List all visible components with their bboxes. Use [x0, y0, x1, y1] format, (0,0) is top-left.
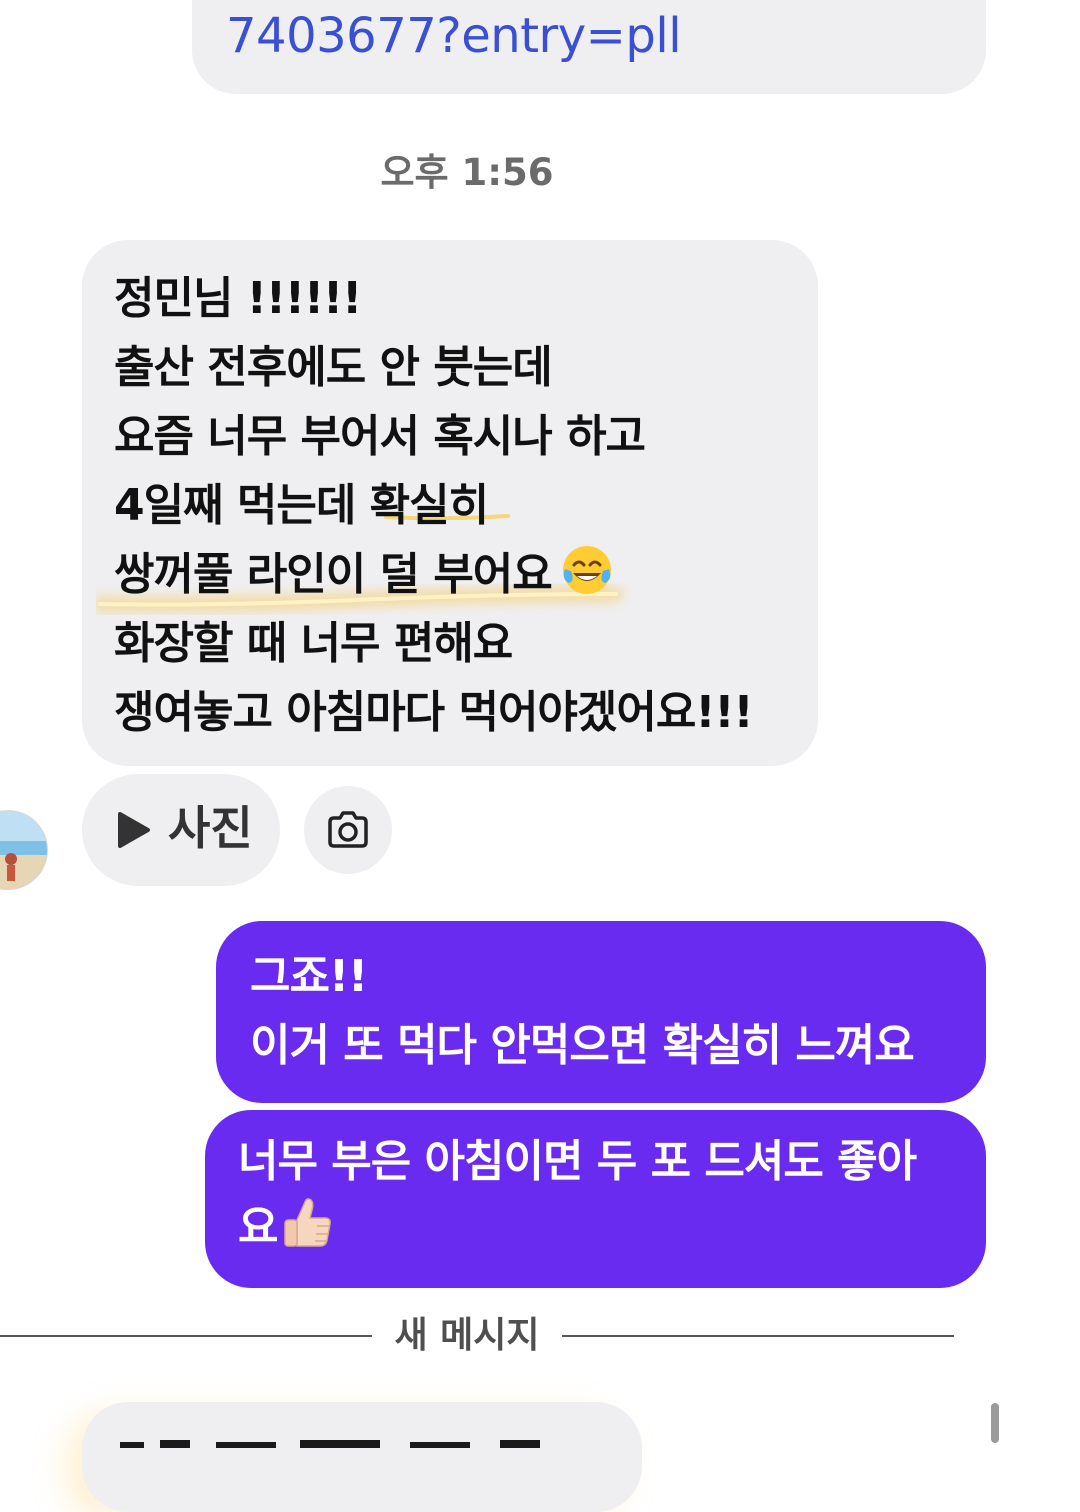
scrollbar-thumb[interactable] [991, 1403, 999, 1443]
camera-icon [328, 811, 368, 848]
cut-off-message-text [120, 1440, 540, 1448]
photo-attachment-label: 사진 [168, 801, 253, 855]
message-line: 이거 또 먹다 안먹으면 확실히 느껴요 [250, 1020, 915, 1071]
divider-line [562, 1335, 954, 1337]
message-line: 화장할 때 너무 편해요 [114, 618, 513, 669]
outgoing-message-text: 그죠!! 이거 또 먹다 안먹으면 확실히 느껴요 [250, 942, 980, 1080]
message-line: 4일째 먹는데 확실히 [114, 480, 489, 531]
message-timestamp: 오후 1:56 [380, 151, 554, 194]
sender-avatar[interactable] [0, 810, 48, 890]
outgoing-message-text: 너무 부은 아침이면 두 포 드셔도 좋아 요 [238, 1130, 968, 1258]
laughing-tears-emoji-icon [562, 546, 611, 594]
message-line-with-emoji: 쌍꺼풀 라인이 덜 부어요 [114, 540, 814, 609]
divider-line [0, 1335, 372, 1337]
message-line-with-emoji: 요 [238, 1194, 968, 1258]
incoming-message-text: 정민님 !!!!!! 출산 전후에도 안 붓는데 요즘 너무 부어서 혹시나 하… [114, 264, 814, 747]
message-line: 출산 전후에도 안 붓는데 [114, 342, 553, 393]
message-line: 너무 부은 아침이면 두 포 드셔도 좋아 [238, 1136, 917, 1187]
message-line: 그죠!! [250, 951, 368, 1002]
message-line: 정민님 !!!!!! [114, 273, 362, 324]
message-line: 요즘 너무 부어서 혹시나 하고 [114, 411, 646, 462]
new-messages-divider-label: 새 메시지 [394, 1315, 540, 1356]
beach-photo-thumbnail-icon [0, 811, 47, 889]
play-icon [118, 812, 150, 848]
thumbs-up-emoji-icon [284, 1198, 332, 1247]
message-line: 쌍꺼풀 라인이 덜 부어요 [114, 549, 553, 600]
message-line: 쟁여놓고 아침마다 먹어야겠어요!!! [114, 687, 754, 738]
shared-link-text[interactable]: 7403677?entry=pll [226, 6, 682, 66]
message-line: 요 [238, 1202, 278, 1253]
